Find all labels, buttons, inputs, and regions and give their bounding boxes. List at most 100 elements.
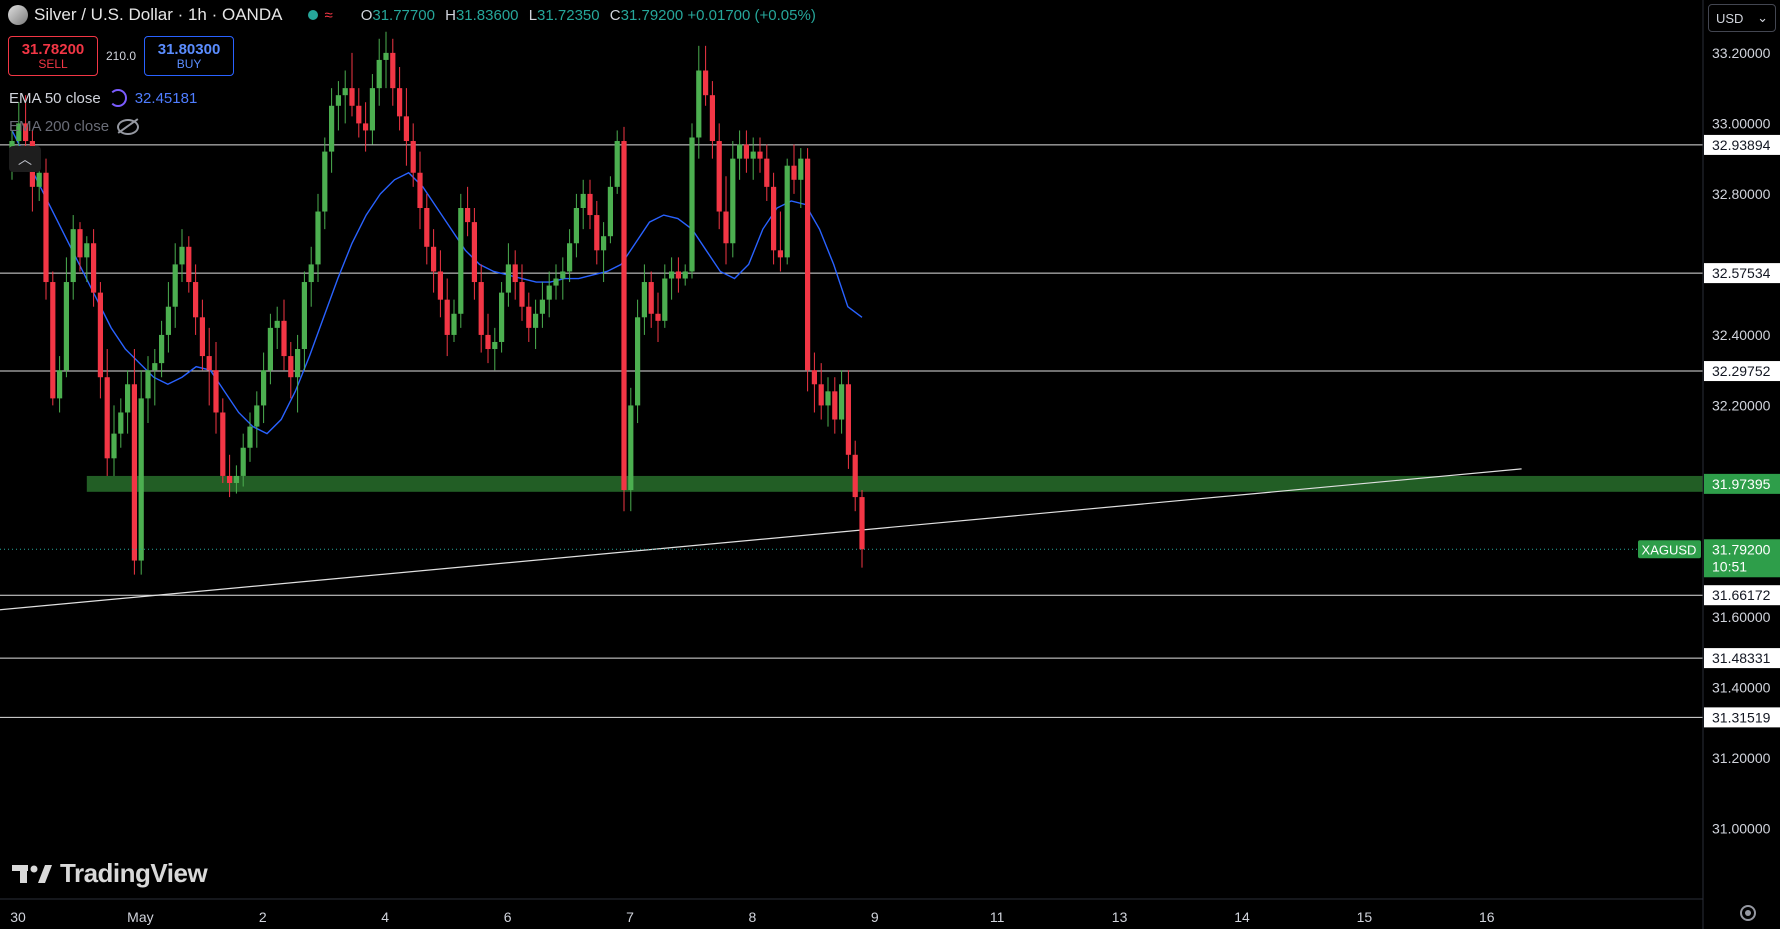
x-tick-label-7: 9 bbox=[871, 909, 879, 925]
candle-body-27 bbox=[193, 282, 199, 318]
candle-body-80 bbox=[553, 278, 559, 286]
candle-body-112 bbox=[771, 186, 777, 251]
y-tick-label-4: 32.20000 bbox=[1712, 397, 1771, 413]
candle-body-20 bbox=[145, 370, 151, 399]
candle-body-103 bbox=[709, 95, 715, 142]
candle-body-33 bbox=[233, 475, 239, 483]
candle-body-6 bbox=[50, 282, 56, 399]
candle-body-65 bbox=[451, 313, 457, 335]
candle-body-88 bbox=[607, 186, 613, 237]
candle-body-40 bbox=[281, 320, 287, 357]
loading-icon bbox=[108, 89, 127, 107]
ema200-legend[interactable]: EMA 200 close bbox=[9, 118, 140, 135]
candle-body-45 bbox=[315, 211, 321, 265]
y-tick-label-8: 31.00000 bbox=[1712, 820, 1771, 836]
y-tick-label-1: 33.00000 bbox=[1712, 115, 1771, 131]
candle-body-72 bbox=[499, 292, 505, 342]
candle-body-81 bbox=[560, 271, 566, 279]
symbol-tag-label: XAGUSD bbox=[1642, 542, 1697, 557]
ema50-value: 32.45181 bbox=[134, 89, 198, 107]
candle-body-22 bbox=[159, 334, 165, 364]
candle-body-97 bbox=[669, 271, 675, 279]
candle-body-62 bbox=[431, 246, 437, 272]
currency-select[interactable]: USD ⌄ bbox=[1708, 4, 1776, 32]
candle-body-23 bbox=[165, 306, 171, 335]
gear-icon[interactable] bbox=[1740, 905, 1756, 921]
candle-body-12 bbox=[91, 243, 97, 293]
eye-off-icon[interactable] bbox=[117, 118, 140, 135]
candle-body-11 bbox=[84, 243, 90, 258]
candle-body-105 bbox=[723, 211, 729, 244]
wave-icon: ≈ bbox=[324, 6, 333, 24]
y-tick-label-2: 32.80000 bbox=[1712, 186, 1771, 202]
price-chart[interactable]: XAGUSD 33.20000 33.00000 32.80000 32.40000 3… bbox=[0, 0, 1780, 929]
x-tick-label-8: 11 bbox=[990, 909, 1005, 925]
candle-body-52 bbox=[363, 123, 369, 131]
support-zone-rect[interactable] bbox=[86, 475, 1703, 492]
candle-body-84 bbox=[580, 193, 586, 209]
candle-body-60 bbox=[417, 172, 423, 209]
y-tick-label-5: 31.60000 bbox=[1712, 609, 1771, 625]
candle-body-93 bbox=[641, 282, 647, 318]
ema50-legend[interactable]: EMA 50 close 32.45181 bbox=[9, 89, 197, 107]
countdown-label: 10:51 bbox=[1712, 558, 1747, 574]
candle-body-104 bbox=[716, 141, 722, 212]
trade-panel: 31.78200 SELL 210.0 31.80300 BUY bbox=[8, 36, 235, 76]
level-label-0: 32.93894 bbox=[1712, 137, 1771, 153]
candle-body-83 bbox=[573, 208, 579, 244]
candle-body-74 bbox=[512, 264, 518, 283]
candle-body-89 bbox=[614, 141, 620, 187]
candle-body-95 bbox=[655, 313, 661, 321]
candle-body-76 bbox=[526, 306, 532, 328]
candle-body-58 bbox=[403, 116, 409, 142]
candle-body-125 bbox=[859, 497, 865, 550]
candle-body-122 bbox=[839, 384, 845, 420]
candle-body-73 bbox=[505, 264, 511, 293]
candle-body-53 bbox=[369, 88, 375, 131]
candle-body-124 bbox=[852, 454, 858, 498]
candle-body-42 bbox=[295, 349, 301, 378]
candle-body-114 bbox=[784, 165, 790, 258]
candle-body-55 bbox=[383, 52, 389, 60]
currency-value: USD bbox=[1716, 10, 1744, 26]
level-label-2: 32.29752 bbox=[1712, 363, 1771, 379]
candle-body-67 bbox=[465, 208, 471, 223]
candle-body-4 bbox=[36, 172, 42, 187]
candle-body-92 bbox=[635, 317, 641, 406]
buy-button[interactable]: 31.80300 BUY bbox=[144, 36, 235, 76]
candle-body-69 bbox=[478, 282, 484, 335]
candle-body-28 bbox=[199, 317, 205, 357]
candle-body-90 bbox=[621, 141, 627, 491]
candle-body-9 bbox=[70, 229, 76, 283]
candle-body-61 bbox=[424, 208, 430, 247]
x-tick-label-11: 15 bbox=[1357, 909, 1373, 925]
candle-body-54 bbox=[376, 59, 382, 89]
candle-body-34 bbox=[240, 447, 246, 476]
spread-value: 210.0 bbox=[106, 49, 137, 63]
candle-body-30 bbox=[213, 370, 219, 413]
x-tick-label-3: 4 bbox=[381, 909, 389, 925]
collapse-legend-button[interactable]: ︿ bbox=[9, 146, 41, 172]
x-tick-label-4: 6 bbox=[504, 909, 512, 925]
level-label-1: 32.57534 bbox=[1712, 265, 1771, 281]
zone-label: 31.97395 bbox=[1712, 476, 1771, 492]
candle-body-98 bbox=[675, 271, 681, 279]
candle-body-110 bbox=[757, 151, 763, 159]
ema200-label: EMA 200 close bbox=[9, 118, 110, 135]
candle-body-96 bbox=[662, 278, 668, 321]
candle-body-17 bbox=[125, 384, 131, 413]
candle-body-18 bbox=[131, 384, 137, 561]
candle-body-85 bbox=[587, 193, 593, 216]
candle-body-48 bbox=[335, 95, 341, 106]
candle-body-24 bbox=[172, 264, 178, 307]
x-tick-label-10: 14 bbox=[1234, 909, 1250, 925]
sell-button[interactable]: 31.78200 SELL bbox=[8, 36, 98, 76]
change-value: +0.01700 (+0.05%) bbox=[687, 6, 816, 24]
candle-body-47 bbox=[329, 105, 335, 152]
symbol-title[interactable]: Silver / U.S. Dollar · 1h · OANDA bbox=[34, 5, 282, 25]
candle-body-118 bbox=[811, 370, 817, 385]
candle-body-5 bbox=[43, 172, 49, 283]
candle-body-115 bbox=[791, 165, 797, 180]
candle-body-75 bbox=[519, 282, 525, 307]
candle-body-49 bbox=[342, 88, 348, 96]
